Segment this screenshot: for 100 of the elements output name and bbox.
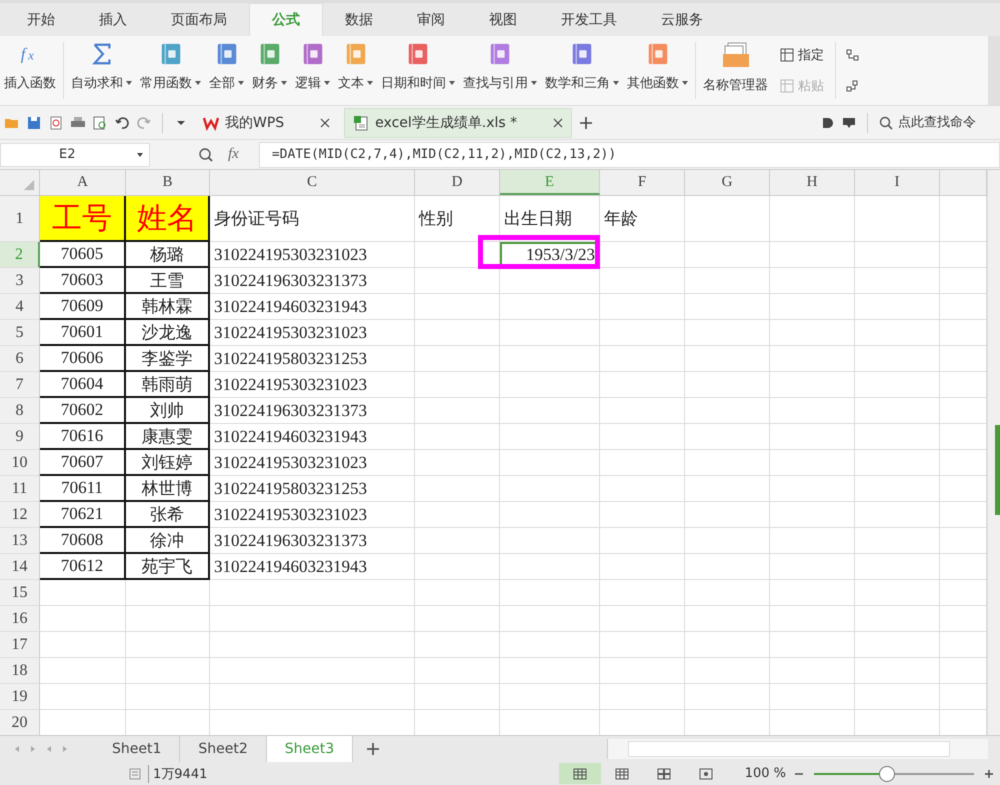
table-cell[interactable]: 70611 bbox=[40, 476, 126, 502]
table-cell[interactable]: 韩林霖 bbox=[126, 294, 210, 320]
table-cell[interactable] bbox=[415, 580, 500, 606]
save-icon[interactable] bbox=[26, 114, 42, 130]
column-header[interactable]: A bbox=[40, 170, 126, 195]
table-cell[interactable] bbox=[415, 684, 500, 710]
row-header[interactable]: 8 bbox=[0, 398, 40, 424]
table-cell[interactable] bbox=[855, 684, 940, 710]
table-cell[interactable] bbox=[415, 424, 500, 450]
column-header[interactable]: B bbox=[126, 170, 210, 195]
table-cell[interactable] bbox=[500, 554, 600, 580]
row-header[interactable]: 4 bbox=[0, 294, 40, 320]
table-cell[interactable] bbox=[126, 632, 210, 658]
table-cell[interactable] bbox=[770, 424, 855, 450]
table-cell[interactable] bbox=[770, 242, 855, 268]
table-cell[interactable] bbox=[415, 268, 500, 294]
close-icon[interactable] bbox=[553, 118, 564, 128]
table-cell[interactable] bbox=[415, 398, 500, 424]
table-cell[interactable] bbox=[600, 372, 685, 398]
table-cell[interactable] bbox=[600, 554, 685, 580]
table-cell[interactable] bbox=[600, 424, 685, 450]
row-header[interactable]: 17 bbox=[0, 632, 40, 658]
table-cell[interactable] bbox=[685, 476, 770, 502]
table-cell[interactable] bbox=[600, 502, 685, 528]
table-cell[interactable] bbox=[855, 196, 940, 242]
close-icon[interactable] bbox=[320, 118, 330, 128]
table-cell[interactable]: 70604 bbox=[40, 372, 126, 398]
table-cell[interactable] bbox=[600, 320, 685, 346]
table-cell[interactable] bbox=[770, 294, 855, 320]
document-tab[interactable]: excel学生成绩单.xls * bbox=[344, 108, 572, 138]
table-cell[interactable] bbox=[770, 658, 855, 684]
table-cell[interactable]: 杨璐 bbox=[126, 242, 210, 268]
table-cell[interactable] bbox=[685, 502, 770, 528]
table-cell[interactable] bbox=[600, 450, 685, 476]
row-header[interactable]: 10 bbox=[0, 450, 40, 476]
table-cell[interactable] bbox=[500, 372, 600, 398]
column-header[interactable]: I bbox=[855, 170, 940, 195]
table-cell[interactable] bbox=[600, 476, 685, 502]
table-cell[interactable] bbox=[855, 658, 940, 684]
table-cell[interactable] bbox=[500, 320, 600, 346]
tree-icon[interactable] bbox=[845, 78, 859, 93]
table-cell[interactable] bbox=[40, 658, 126, 684]
table-cell[interactable] bbox=[600, 528, 685, 554]
column-header[interactable]: F bbox=[600, 170, 685, 195]
table-cell[interactable] bbox=[685, 398, 770, 424]
table-cell[interactable] bbox=[855, 242, 940, 268]
table-cell[interactable] bbox=[855, 346, 940, 372]
table-cell[interactable]: 70621 bbox=[40, 502, 126, 528]
vertical-scrollbar[interactable] bbox=[987, 170, 1000, 735]
table-cell[interactable]: 徐冲 bbox=[126, 528, 210, 554]
table-cell[interactable]: 刘钰婷 bbox=[126, 450, 210, 476]
table-cell[interactable]: 70608 bbox=[40, 528, 126, 554]
table-cell[interactable] bbox=[770, 684, 855, 710]
ribbon-button[interactable]: 日期和时间 bbox=[377, 36, 459, 105]
zoom-in-icon[interactable] bbox=[984, 768, 994, 778]
table-cell[interactable] bbox=[40, 580, 126, 606]
view-button[interactable] bbox=[558, 763, 601, 784]
table-cell[interactable] bbox=[855, 606, 940, 632]
table-cell[interactable]: 310224194603231943 bbox=[210, 294, 415, 320]
table-cell[interactable] bbox=[600, 632, 685, 658]
search-field[interactable]: 点此查找命令 bbox=[878, 114, 996, 130]
ribbon-scroll-button[interactable] bbox=[988, 36, 1000, 105]
column-header[interactable]: H bbox=[770, 170, 855, 195]
table-cell[interactable]: 310224194603231943 bbox=[210, 424, 415, 450]
table-cell[interactable] bbox=[770, 372, 855, 398]
table-cell[interactable]: 苑宇飞 bbox=[126, 554, 210, 580]
table-cell[interactable] bbox=[770, 554, 855, 580]
table-cell[interactable] bbox=[500, 502, 600, 528]
menu-tab[interactable]: 云服务 bbox=[639, 4, 725, 36]
table-cell[interactable] bbox=[685, 606, 770, 632]
redo-icon[interactable] bbox=[136, 114, 152, 130]
table-cell[interactable] bbox=[855, 372, 940, 398]
table-cell[interactable] bbox=[126, 606, 210, 632]
table-cell[interactable] bbox=[855, 398, 940, 424]
menu-tab[interactable]: 插入 bbox=[77, 4, 149, 36]
table-cell[interactable] bbox=[210, 632, 415, 658]
table-cell[interactable] bbox=[770, 268, 855, 294]
table-cell[interactable] bbox=[770, 528, 855, 554]
table-cell[interactable] bbox=[855, 476, 940, 502]
table-cell[interactable]: 韩雨萌 bbox=[126, 372, 210, 398]
table-cell[interactable] bbox=[770, 196, 855, 242]
row-header[interactable]: 12 bbox=[0, 502, 40, 528]
table-cell[interactable] bbox=[685, 372, 770, 398]
name-box[interactable]: E2 bbox=[0, 142, 150, 166]
row-header[interactable]: 1 bbox=[0, 196, 40, 242]
row-header[interactable]: 13 bbox=[0, 528, 40, 554]
table-cell[interactable] bbox=[855, 580, 940, 606]
table-cell[interactable]: 70603 bbox=[40, 268, 126, 294]
ribbon-button[interactable]: 其他函数 bbox=[623, 36, 692, 105]
table-cell[interactable] bbox=[685, 424, 770, 450]
table-cell[interactable] bbox=[210, 580, 415, 606]
table-cell[interactable]: 康惠雯 bbox=[126, 424, 210, 450]
ribbon-button[interactable]: fx 插入函数 bbox=[0, 36, 60, 105]
table-cell[interactable] bbox=[685, 320, 770, 346]
table-cell[interactable] bbox=[770, 606, 855, 632]
table-cell[interactable]: 张希 bbox=[126, 502, 210, 528]
table-cell[interactable] bbox=[600, 268, 685, 294]
table-cell[interactable] bbox=[500, 398, 600, 424]
menu-tab[interactable]: 开发工具 bbox=[539, 4, 639, 36]
table-cell[interactable] bbox=[500, 580, 600, 606]
